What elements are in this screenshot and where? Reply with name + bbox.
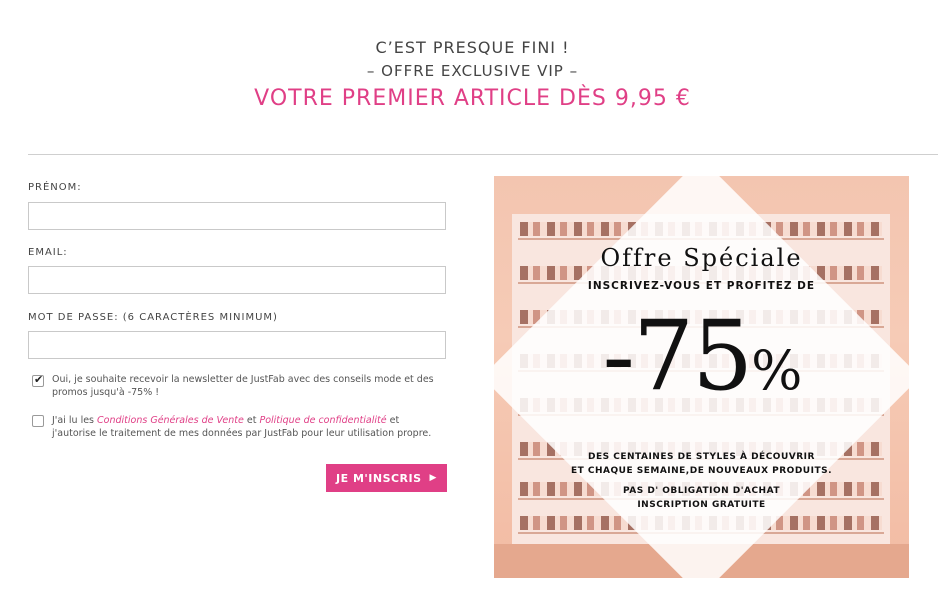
header-line-1: C’EST PRESQUE FINI ! <box>375 38 570 57</box>
promo-subtitle: INSCRIVEZ-VOUS ET PROFITEZ DE <box>587 280 816 292</box>
checkmark-icon: ✔ <box>34 373 44 386</box>
submit-button-label: JE M'INSCRIS <box>336 471 422 485</box>
terms-of-sale-link[interactable]: Conditions Générales de Vente <box>97 415 244 426</box>
signup-submit-button[interactable]: JE M'INSCRIS ▶ <box>326 464 447 492</box>
promo-desc-line-1: DES CENTAINES DE STYLES À DÉCOUVRIR <box>588 452 815 462</box>
password-input[interactable] <box>28 331 446 359</box>
promo-desc-line-4: INSCRIPTION GRATUITE <box>637 500 766 510</box>
header-divider <box>28 154 938 155</box>
terms-prefix: J'ai lu les <box>52 415 98 426</box>
firstname-label: PRÉNOM: <box>28 182 82 193</box>
header-line-2: – OFFRE EXCLUSIVE VIP – <box>366 62 579 80</box>
terms-checkbox[interactable] <box>32 415 44 427</box>
email-label: EMAIL: <box>28 247 68 258</box>
promo-desc-line-2: ET CHAQUE SEMAINE,DE NOUVEAUX PRODUITS. <box>570 466 833 476</box>
newsletter-checkbox[interactable]: ✔ <box>32 373 44 387</box>
discount-value: -75 <box>602 300 754 412</box>
privacy-policy-link[interactable]: Politique de confidentialité <box>259 415 386 426</box>
firstname-input[interactable] <box>28 202 446 230</box>
promo-title: Offre Spéciale <box>600 244 803 272</box>
password-label: MOT DE PASSE: (6 CARACTÈRES MINIMUM) <box>28 312 278 323</box>
terms-consent-text: J'ai lu les Conditions Générales de Vent… <box>52 415 444 440</box>
promo-desc-line-3: PAS D' OBLIGATION D'ACHAT <box>623 486 780 496</box>
promo-discount: -75% <box>494 300 909 427</box>
newsletter-consent-text: Oui, je souhaite recevoir la newsletter … <box>52 374 434 398</box>
discount-percent: % <box>751 339 802 402</box>
terms-middle: et <box>243 415 260 426</box>
caret-right-icon: ▶ <box>429 473 437 483</box>
email-input[interactable] <box>28 266 446 294</box>
header-offer-title: VOTRE PREMIER ARTICLE DÈS 9,95 € <box>254 86 691 111</box>
promo-banner: Offre Spéciale INSCRIVEZ-VOUS ET PROFITE… <box>494 176 909 578</box>
